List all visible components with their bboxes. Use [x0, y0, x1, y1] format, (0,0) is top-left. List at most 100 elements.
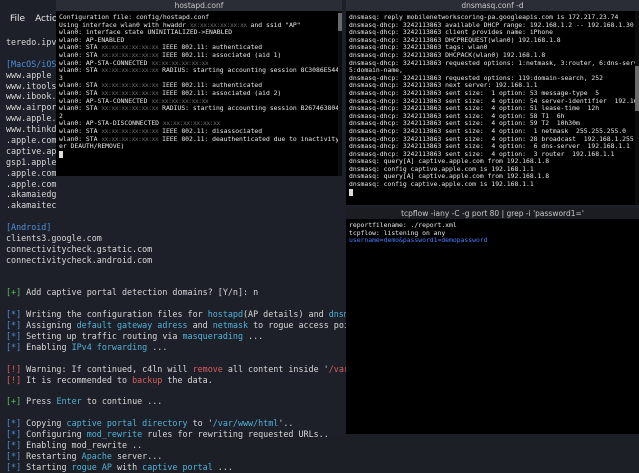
dnsmasq-line: dnsmasq: reply mobilenetworkscoring-pa.g…	[349, 14, 619, 21]
hostapd-line: wlan0: AP-STA-CONNECTED xx:xx:xx:xx:xx:x…	[59, 98, 339, 106]
dnsmasq-line: dnsmasq-dhcp: 3242113863 sent size: 4 op…	[349, 97, 636, 105]
dnsmasq-line: dnsmasq-dhcp: 3242113863 sent size: 4 op…	[349, 150, 615, 158]
hostapd-title[interactable]: hostapd.conf	[56, 0, 342, 11]
tcpflow-title[interactable]: tcpflow -iany -C -g port 80 | grep -i 'p…	[346, 208, 639, 219]
terminal-text: www.apple	[6, 69, 52, 80]
hostapd-line: wlan0: interface state UNINITIALIZED->EN…	[59, 29, 339, 37]
dnsmasq-line: dnsmasq-dhcp: 3242113863 sent size: 4 op…	[349, 120, 580, 128]
dnsmasq-line: dnsmasq-dhcp: 3242113863 sent size: 4 op…	[349, 143, 630, 151]
terminal-text: .apple.com	[6, 178, 57, 189]
terminal-line: [*] Writing the configuration files for …	[6, 309, 369, 320]
terminal-line: [+] Add captive portal detection domains…	[6, 287, 369, 298]
tcpflow-output: reportfilename: ./report.xml tcpflow: lis…	[346, 219, 639, 245]
terminal-line: [*] Enabling IPv4 forwarding ...	[6, 342, 369, 353]
terminal-text: www.ibook.	[6, 91, 57, 102]
terminal-line: .apple.com	[6, 179, 369, 190]
hostapd-line: wlan0: STA xx:xx:xx:xx:xx:xx IEEE 802.11…	[59, 136, 339, 144]
terminal-text: teredo.ipv	[6, 37, 57, 47]
terminal-text: Assigning	[21, 320, 77, 331]
hostapd-text: wlan0: STA	[59, 67, 102, 75]
terminal-line: .akamaitec	[6, 200, 369, 211]
terminal-text: and	[187, 320, 213, 331]
hostapd-text: IEEE 802.11: disassociated	[158, 127, 263, 135]
terminal-text: www.itools	[6, 80, 57, 91]
hostapd-text: wlan0: AP-STA-CONNECTED	[59, 59, 152, 67]
hostapd-text: IEEE 802.11: deauthenticated due to inac…	[158, 135, 339, 143]
hostapd-scrollbar[interactable]	[338, 11, 342, 176]
hostapd-text: wlan0: interface state UNINITIALIZED->EN…	[59, 29, 233, 37]
terminal-text: default gateway adress	[76, 320, 188, 331]
hostapd-text: and ssid "AP"	[246, 21, 301, 29]
hostapd-text: wlan0: STA	[59, 127, 102, 135]
terminal-text: the data.	[162, 374, 213, 385]
dnsmasq-title[interactable]: dnsmasq.conf -d	[346, 0, 639, 11]
terminal-line: [*] Copying captive portal directory to …	[6, 418, 369, 429]
hostapd-line: wlan0: STA xx:xx:xx:xx:xx:xx IEEE 802.11…	[59, 52, 339, 60]
terminal-text: .apple.com	[6, 167, 57, 178]
dnsmasq-output: dnsmasq: reply mobilenetworkscoring-pa.g…	[346, 11, 639, 196]
menu-file[interactable]: File	[10, 14, 25, 28]
redacted-mac: xx:xx:xx:xx:xx:xx	[101, 67, 159, 75]
terminal-text: [*]	[6, 439, 22, 450]
terminal-text: IPv4 forwarding	[71, 341, 148, 352]
hostapd-line: wlan0: AP-STA-DISCONNECTED xx:xx:xx:xx:x…	[59, 120, 339, 128]
terminal-text: [!]	[6, 363, 22, 374]
redacted-mac: xx:xx:xx:xx:xx:xx	[101, 127, 159, 135]
dnsmasq-scrollbar[interactable]	[635, 11, 639, 205]
terminal-text: with	[111, 461, 143, 472]
dnsmasq-line: dnsmasq-dhcp: 3242113863 sent size: 4 op…	[349, 105, 600, 113]
terminal-text: ...	[212, 461, 233, 472]
terminal-cursor	[59, 150, 63, 158]
terminal-text: Setting up traffic routing via	[21, 331, 183, 342]
terminal-text: captive portal directory	[66, 418, 188, 429]
dnsmasq-line: dnsmasq-dhcp: 3242113863 requested optio…	[349, 59, 636, 67]
dnsmasq-window[interactable]: dnsmasq.conf -d dnsmasq: reply mobilenet…	[346, 0, 639, 205]
dnsmasq-line: dnsmasq: config captive.apple.com is 192…	[349, 165, 534, 173]
dnsmasq-line: dnsmasq: config captive.apple.com is 192…	[349, 181, 534, 189]
terminal-text: remove	[192, 363, 223, 374]
terminal-text: Enter	[56, 396, 82, 407]
hostapd-text: er DEAUTH/REMOVE)	[59, 143, 125, 151]
dnsmasq-line: dnsmasq-dhcp: 3242113863 next server: 19…	[349, 82, 538, 90]
hostapd-line: wlan0: STA xx:xx:xx:xx:xx:xx IEEE 802.11…	[59, 82, 339, 90]
menu-actions[interactable]: Actio	[35, 14, 57, 28]
terminal-text: [*]	[6, 341, 22, 352]
hostapd-text: wlan0: STA	[59, 105, 102, 113]
terminal-text: mod_rewrite	[86, 429, 143, 440]
terminal-line: [Android]	[6, 222, 369, 233]
hostapd-text: wlan0: AP-STA-DISCONNECTED	[59, 120, 163, 128]
hostapd-text: Configuration file: config/hostapd.conf	[59, 14, 210, 21]
terminal-text: ...	[147, 341, 168, 352]
terminal-text: Apache	[81, 450, 112, 461]
hostapd-text: 3	[59, 74, 63, 82]
redacted-mac: xx:xx:xx:xx:xx:xx	[101, 89, 159, 97]
terminal-cursor	[349, 188, 353, 196]
dnsmasq-line: dnsmasq-dhcp: 3242113863 client provides…	[349, 29, 553, 37]
terminal-text: [+]	[6, 396, 22, 407]
hostapd-line: wlan0: STA xx:xx:xx:xx:xx:xx IEEE 802.11…	[59, 128, 339, 136]
terminal-text: Writing the configuration files for	[21, 309, 208, 320]
hostapd-text: wlan0: STA	[59, 44, 102, 52]
terminal-text: [*]	[6, 320, 22, 331]
terminal-text: It is recommended to	[21, 374, 133, 385]
terminal-text: [+]	[6, 287, 22, 298]
dnsmasq-line: dnsmasq: query[A] captive.apple.com from…	[349, 158, 550, 166]
hostapd-line: er DEAUTH/REMOVE)	[59, 143, 339, 151]
dnsmasq-line: dnsmasq-dhcp: 3242113863 requested optio…	[349, 74, 603, 82]
dnsmasq-line: dnsmasq: query[A] captive.apple.com from…	[349, 173, 550, 181]
terminal-text: [!]	[6, 374, 22, 385]
hostapd-text: 2	[59, 112, 63, 120]
hostapd-window[interactable]: hostapd.conf Configuration file: config/…	[56, 0, 342, 176]
terminal-text: www.apple.	[6, 113, 57, 124]
terminal-text: backup	[132, 374, 163, 385]
menubar: File Actio	[0, 14, 58, 28]
tcpflow-window[interactable]: tcpflow -iany -C -g port 80 | grep -i 'p…	[346, 208, 639, 434]
hostapd-text: wlan0: STA	[59, 89, 102, 97]
terminal-line: connectivitycheck.android.com	[6, 255, 369, 266]
hostapd-text: IEEE 802.11: associated (aid 2)	[158, 89, 282, 97]
terminal-text: [*]	[6, 461, 22, 472]
